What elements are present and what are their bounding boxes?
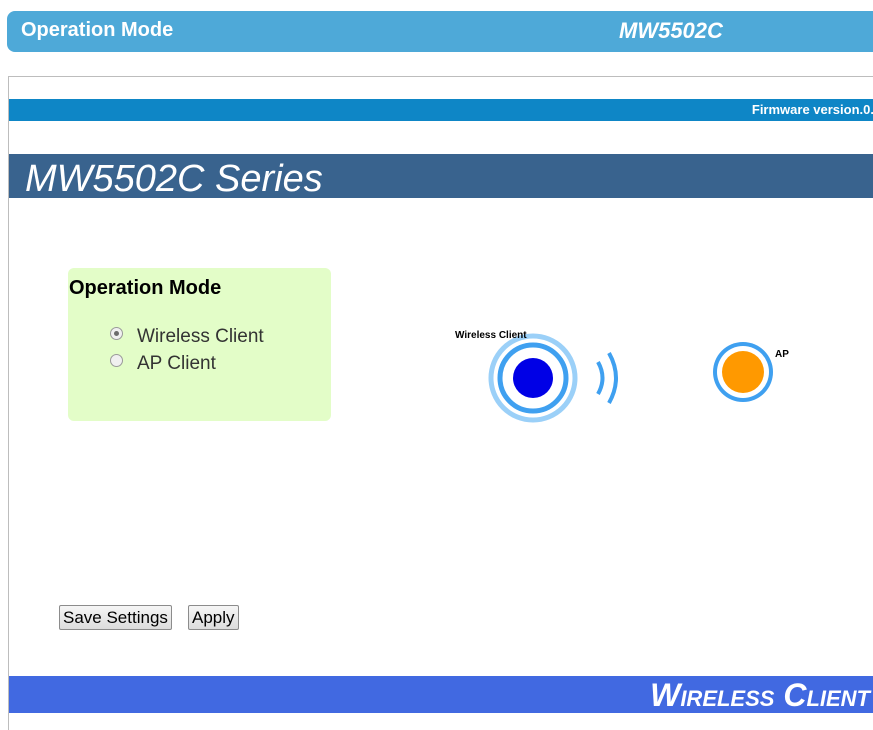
wireless-client-icon bbox=[488, 333, 578, 423]
series-banner: MW5502C Series bbox=[9, 154, 873, 200]
content-frame: Firmware version.0. MW5502C Series Opera… bbox=[8, 76, 873, 730]
radio-option-wireless-client[interactable]: Wireless Client bbox=[110, 326, 264, 348]
footer-mode-text: Wireless Client bbox=[650, 677, 870, 713]
radio-button-ap-client[interactable] bbox=[110, 354, 123, 368]
top-header-bar: Operation Mode MW5502C bbox=[7, 11, 873, 52]
firmware-version: Firmware version.0. bbox=[751, 102, 873, 117]
mode-diagram: Wireless Client AP bbox=[449, 322, 849, 442]
save-settings-button[interactable]: Save Settings bbox=[59, 605, 172, 630]
apply-button[interactable]: Apply bbox=[188, 605, 239, 630]
ap-label: AP bbox=[775, 349, 789, 360]
page-title: Operation Mode bbox=[21, 19, 174, 41]
wireless-client-label: Wireless Client bbox=[455, 330, 527, 341]
ap-icon bbox=[713, 342, 773, 402]
radio-button-wireless-client[interactable] bbox=[110, 327, 123, 341]
model-name: MW5502C bbox=[619, 18, 723, 43]
operation-mode-panel: Operation Mode Wireless Client AP Client bbox=[68, 268, 331, 421]
firmware-bar: Firmware version.0. bbox=[9, 99, 873, 121]
signal-waves-icon bbox=[596, 352, 618, 404]
series-title: MW5502C Series bbox=[25, 158, 323, 200]
radio-option-ap-client[interactable]: AP Client bbox=[110, 353, 216, 375]
operation-mode-heading: Operation Mode bbox=[69, 277, 222, 299]
radio-label-wireless-client: Wireless Client bbox=[137, 326, 264, 347]
radio-label-ap-client: AP Client bbox=[137, 353, 216, 374]
footer-banner: Wireless Client bbox=[9, 676, 873, 713]
